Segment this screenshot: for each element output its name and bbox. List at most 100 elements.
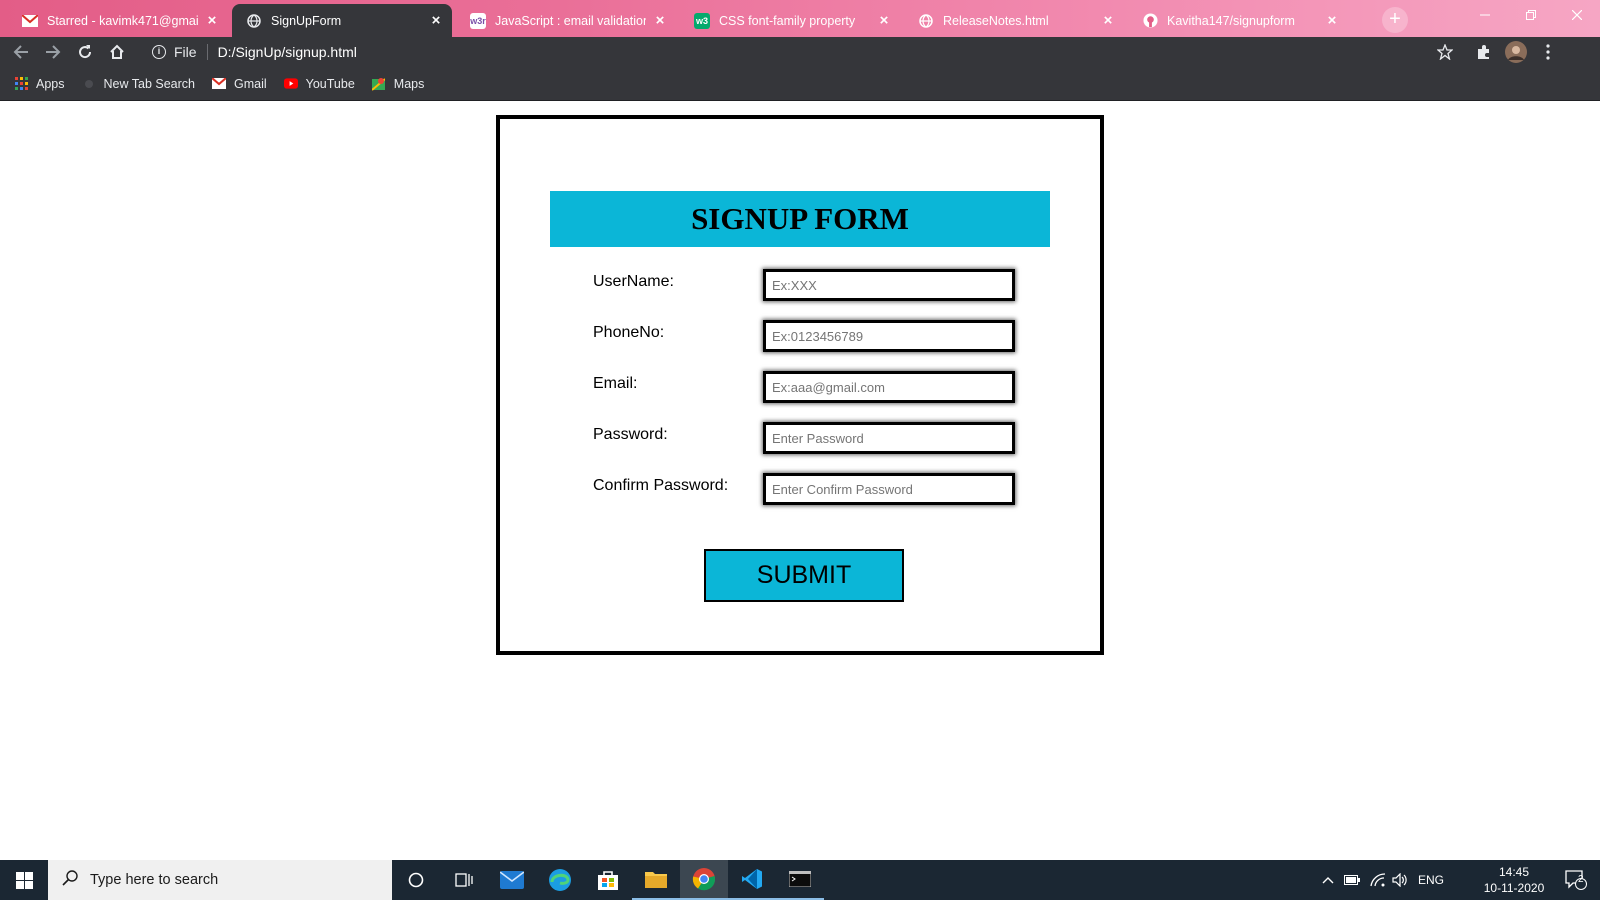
bookmark-maps[interactable]: Maps — [372, 76, 425, 91]
new-tab-search-icon — [82, 77, 96, 91]
extensions-puzzle-icon[interactable] — [1473, 41, 1495, 63]
profile-avatar[interactable] — [1505, 41, 1527, 63]
phone-label: PhoneNo: — [593, 324, 665, 341]
store-app-icon[interactable] — [584, 860, 632, 900]
url-text[interactable]: D:/SignUp/signup.html — [218, 44, 357, 60]
confirm-password-input[interactable] — [763, 473, 1015, 505]
close-icon[interactable]: × — [652, 12, 668, 29]
url-divider — [206, 44, 208, 60]
forward-arrow-icon[interactable] — [42, 41, 64, 63]
close-window-icon[interactable] — [1554, 0, 1600, 30]
globe-icon — [246, 13, 262, 29]
taskbar-search-box[interactable]: Type here to search — [48, 860, 392, 900]
browser-toolbar: i File D:/SignUp/signup.html — [0, 37, 1600, 67]
submit-button[interactable]: SUBMIT — [704, 549, 904, 602]
github-icon — [1142, 13, 1158, 29]
close-icon[interactable]: × — [876, 12, 892, 29]
bookmark-new-tab-search[interactable]: New Tab Search — [82, 76, 196, 91]
edge-browser-icon[interactable] — [536, 860, 584, 900]
bookmark-apps[interactable]: Apps — [14, 77, 65, 91]
tab-title: CSS font-family property — [719, 13, 856, 28]
form-title: SIGNUP FORM — [550, 191, 1050, 247]
task-view-icon[interactable] — [440, 860, 488, 900]
email-label: Email: — [593, 375, 638, 392]
file-explorer-icon[interactable] — [632, 860, 680, 900]
signup-form: SIGNUP FORM UserName: PhoneNo: Email: Pa… — [496, 115, 1104, 655]
username-input[interactable] — [763, 269, 1015, 301]
menu-kebab-icon[interactable] — [1537, 41, 1559, 63]
url-scheme-label: File — [174, 44, 197, 60]
bookmark-youtube[interactable]: YouTube — [283, 77, 355, 91]
password-row: Password: — [593, 422, 1033, 456]
chrome-browser-icon[interactable] — [680, 860, 728, 900]
language-indicator[interactable]: ENG — [1418, 860, 1444, 900]
notification-count-badge: 2 — [1578, 874, 1584, 885]
terminal-cmd-icon[interactable] — [776, 860, 824, 900]
windows-start-icon[interactable] — [0, 860, 48, 900]
battery-icon[interactable] — [1344, 860, 1360, 900]
tab-title: ReleaseNotes.html — [943, 13, 1049, 28]
confirm-password-row: Confirm Password: — [593, 473, 1033, 507]
back-arrow-icon[interactable] — [10, 41, 32, 63]
tab-css-font-family[interactable]: w3 CSS font-family property × — [680, 4, 900, 37]
restore-icon[interactable] — [1508, 0, 1554, 30]
bookmarks-bar: Apps New Tab Search Gmail YouTube Maps — [0, 67, 1600, 101]
home-icon[interactable] — [106, 41, 128, 63]
system-clock[interactable]: 14:45 10-11-2020 — [1478, 864, 1550, 896]
cortana-circle-icon[interactable] — [392, 860, 440, 900]
w3schools-icon: w3 — [694, 12, 710, 29]
minimize-icon[interactable] — [1462, 0, 1508, 30]
tab-title: SignUpForm — [271, 13, 342, 28]
bookmark-label: Maps — [393, 76, 425, 91]
tab-title: JavaScript : email validation - w3resour… — [495, 13, 646, 28]
phone-input[interactable] — [763, 320, 1015, 352]
vscode-icon[interactable] — [728, 860, 776, 900]
close-icon[interactable]: × — [428, 12, 444, 29]
confirm-password-label: Confirm Password: — [593, 477, 729, 494]
clock-date: 10-11-2020 — [1483, 881, 1545, 895]
close-icon[interactable]: × — [1100, 12, 1116, 29]
youtube-icon — [283, 77, 298, 91]
gmail-icon — [212, 77, 226, 91]
search-icon — [62, 870, 78, 890]
username-row: UserName: — [593, 269, 1033, 303]
tab-title: Kavitha147/signupform — [1167, 13, 1295, 28]
tab-releasenotes[interactable]: ReleaseNotes.html × — [904, 4, 1124, 37]
tab-strip: Starred - kavimk471@gmail.com × SignUpFo… — [0, 0, 1600, 37]
tab-gmail[interactable]: Starred - kavimk471@gmail.com × — [8, 4, 228, 37]
tab-title: Starred - kavimk471@gmail.com — [47, 13, 198, 28]
info-icon[interactable]: i — [152, 45, 166, 59]
reload-icon[interactable] — [74, 41, 96, 63]
action-center-notification-icon[interactable]: 2 — [1552, 860, 1600, 900]
w3resource-icon: w3r — [470, 12, 486, 29]
address-bar[interactable]: i File D:/SignUp/signup.html — [140, 39, 1530, 65]
phone-row: PhoneNo: — [593, 320, 1033, 354]
mail-app-icon[interactable] — [488, 860, 536, 900]
gmail-icon — [22, 13, 38, 29]
bookmark-label: Apps — [36, 76, 65, 91]
new-tab-button[interactable]: + — [1382, 7, 1408, 33]
tab-github[interactable]: Kavitha147/signupform × — [1128, 4, 1348, 37]
bookmark-star-icon[interactable] — [1434, 41, 1456, 63]
maps-icon — [372, 77, 386, 91]
close-icon[interactable]: × — [1324, 12, 1340, 29]
globe-icon — [918, 13, 934, 29]
wifi-icon[interactable] — [1370, 860, 1386, 900]
password-label: Password: — [593, 426, 668, 443]
tab-w3resource[interactable]: w3r JavaScript : email validation - w3re… — [456, 4, 676, 37]
close-icon[interactable]: × — [204, 12, 220, 29]
bookmark-label: New Tab Search — [103, 76, 196, 91]
password-input[interactable] — [763, 422, 1015, 454]
tab-signupform[interactable]: SignUpForm × — [232, 4, 452, 37]
bookmark-gmail[interactable]: Gmail — [212, 77, 267, 91]
bookmark-label: Gmail — [234, 76, 267, 91]
show-hidden-icons-chevron-icon[interactable] — [1322, 860, 1334, 900]
email-row: Email: — [593, 371, 1033, 405]
volume-icon[interactable] — [1392, 860, 1408, 900]
email-input[interactable] — [763, 371, 1015, 403]
search-placeholder: Type here to search — [90, 872, 219, 888]
clock-time: 14:45 — [1498, 865, 1530, 879]
windows-taskbar: Type here to search ENG 14:45 10-11-2020 — [0, 860, 1600, 900]
page-viewport: SIGNUP FORM UserName: PhoneNo: Email: Pa… — [0, 101, 1600, 860]
apps-grid-icon — [14, 77, 28, 91]
